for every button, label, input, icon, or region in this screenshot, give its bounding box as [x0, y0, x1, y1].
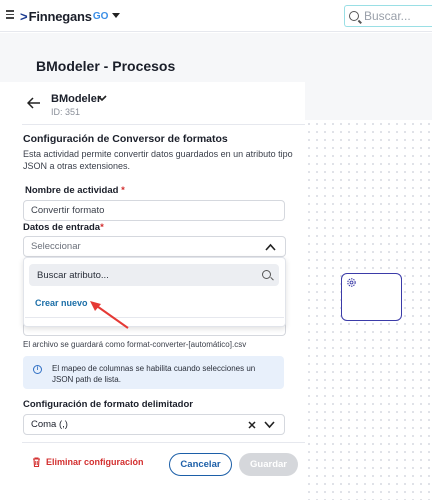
activity-name-label: Nombre de actividad * — [25, 185, 125, 196]
required-mark: * — [100, 222, 104, 233]
input-data-placeholder: Seleccionar — [31, 241, 81, 252]
attribute-search-placeholder: Buscar atributo... — [37, 269, 109, 281]
process-name: BModeler — [51, 93, 102, 105]
gear-icon — [347, 278, 356, 287]
delimiter-select[interactable]: Coma (,) — [23, 414, 285, 435]
activity-name-value: Convertir formato — [31, 205, 105, 216]
info-text: El mapeo de columnas se habilita cuando … — [52, 364, 256, 384]
delete-config-label: Eliminar configuración — [46, 457, 144, 467]
logo-mark: > — [20, 8, 28, 24]
input-data-label: Datos de entrada* — [23, 222, 104, 233]
cancel-button[interactable]: Cancelar — [169, 453, 232, 476]
create-new-link[interactable]: Crear nuevo — [35, 298, 88, 308]
divider — [22, 442, 305, 443]
annotation-arrow-icon — [90, 301, 129, 329]
csv-note: El archivo se guardará como format-conve… — [23, 340, 247, 349]
clear-icon[interactable] — [248, 421, 256, 429]
delimiter-value: Coma (,) — [31, 419, 68, 430]
page-title: BModeler - Procesos — [36, 58, 176, 74]
search-placeholder: Buscar... — [364, 9, 411, 23]
activity-node[interactable] — [341, 273, 402, 321]
section-title: Configuración de Conversor de formatos — [23, 133, 228, 145]
divider — [22, 124, 305, 125]
chevron-down-icon[interactable] — [264, 421, 275, 429]
delete-config-button[interactable]: Eliminar configuración — [32, 457, 144, 467]
attribute-search-input[interactable]: Buscar atributo... — [29, 264, 279, 286]
info-icon: i — [33, 365, 42, 374]
chevron-down-icon[interactable] — [97, 94, 107, 102]
section-description: Esta actividad permite convertir datos g… — [23, 149, 293, 171]
top-bar: > Finnegans GO Buscar... — [0, 0, 432, 32]
app-logo[interactable]: > Finnegans GO — [20, 8, 121, 24]
search-icon — [349, 11, 359, 21]
chevron-down-icon[interactable] — [112, 13, 121, 19]
input-data-select[interactable]: Seleccionar — [23, 236, 286, 257]
back-arrow-icon[interactable] — [27, 97, 41, 109]
process-id: ID: 351 — [51, 107, 81, 117]
logo-go: GO — [92, 10, 109, 22]
required-mark: * — [121, 185, 125, 196]
dropdown-divider — [25, 317, 284, 318]
delimiter-label: Configuración de formato delimitador — [23, 399, 193, 410]
chevron-up-icon[interactable] — [265, 243, 276, 251]
menu-icon[interactable] — [6, 10, 14, 19]
trash-icon — [33, 457, 40, 467]
search-input[interactable]: Buscar... — [344, 5, 432, 27]
search-icon — [262, 270, 271, 279]
save-button[interactable]: Guardar — [239, 453, 298, 476]
activity-name-field[interactable]: Convertir formato — [23, 200, 285, 221]
logo-text: Finnegans — [28, 8, 92, 24]
